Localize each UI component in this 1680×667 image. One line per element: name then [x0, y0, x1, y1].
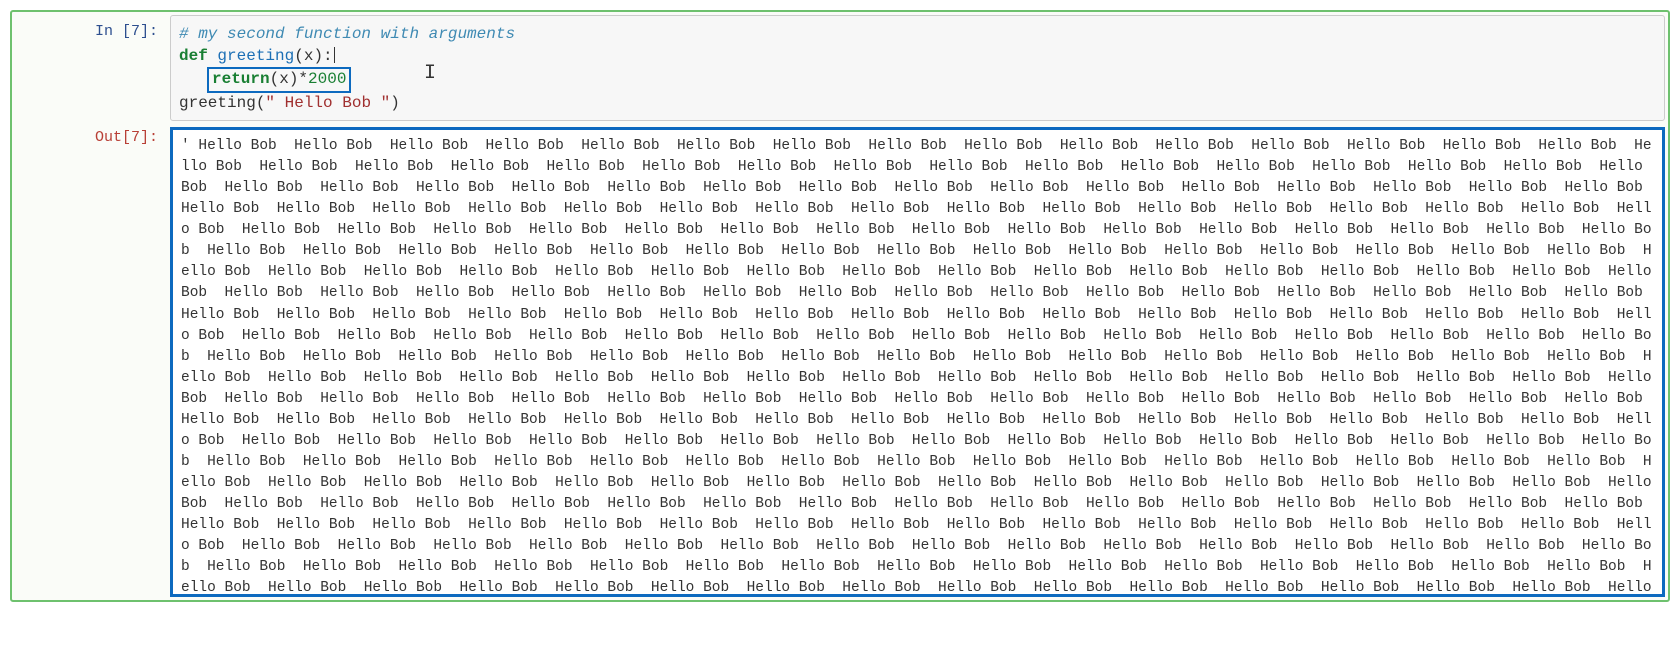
input-content: # my second function with arguments def …: [170, 15, 1665, 121]
notebook-cell: In [7]: # my second function with argume…: [10, 10, 1670, 602]
string-arg: " Hello Bob ": [265, 94, 390, 112]
input-prompt: In [7]:: [15, 15, 170, 121]
paren-open-3: (: [270, 70, 280, 88]
code-line-4[interactable]: greeting(" Hello Bob "): [179, 93, 1656, 115]
number-2000: 2000: [308, 70, 346, 88]
paren-close-colon: ):: [313, 47, 332, 65]
var-x: x: [279, 70, 289, 88]
def-keyword: def: [179, 47, 208, 65]
code-comment: # my second function with arguments: [179, 25, 515, 43]
output-text-area[interactable]: ' Hello Bob Hello Bob Hello Bob Hello Bo…: [170, 127, 1665, 597]
return-keyword: return: [212, 70, 270, 88]
paren-open: (: [294, 47, 304, 65]
input-prompt-text: In [7]:: [95, 23, 158, 40]
paren-close-star: )*: [289, 70, 308, 88]
return-highlight-box: return(x)*2000: [207, 67, 351, 93]
code-line-2[interactable]: def greeting(x):: [179, 46, 1656, 68]
output-prompt: Out[7]:: [15, 121, 170, 597]
output-content: ' Hello Bob Hello Bob Hello Bob Hello Bo…: [170, 121, 1665, 597]
code-line-1[interactable]: # my second function with arguments: [179, 24, 1656, 46]
call-open: (: [256, 94, 266, 112]
call-close: ): [390, 94, 400, 112]
text-cursor: [334, 47, 335, 63]
code-editor[interactable]: # my second function with arguments def …: [170, 15, 1665, 121]
output-prompt-text: Out[7]:: [95, 129, 158, 146]
call-name: greeting: [179, 94, 256, 112]
code-line-3[interactable]: return(x)*2000: [179, 67, 1656, 93]
output-row: Out[7]: ' Hello Bob Hello Bob Hello Bob …: [15, 121, 1665, 597]
input-row: In [7]: # my second function with argume…: [15, 15, 1665, 121]
param-x: x: [304, 47, 314, 65]
func-name: greeting: [217, 47, 294, 65]
